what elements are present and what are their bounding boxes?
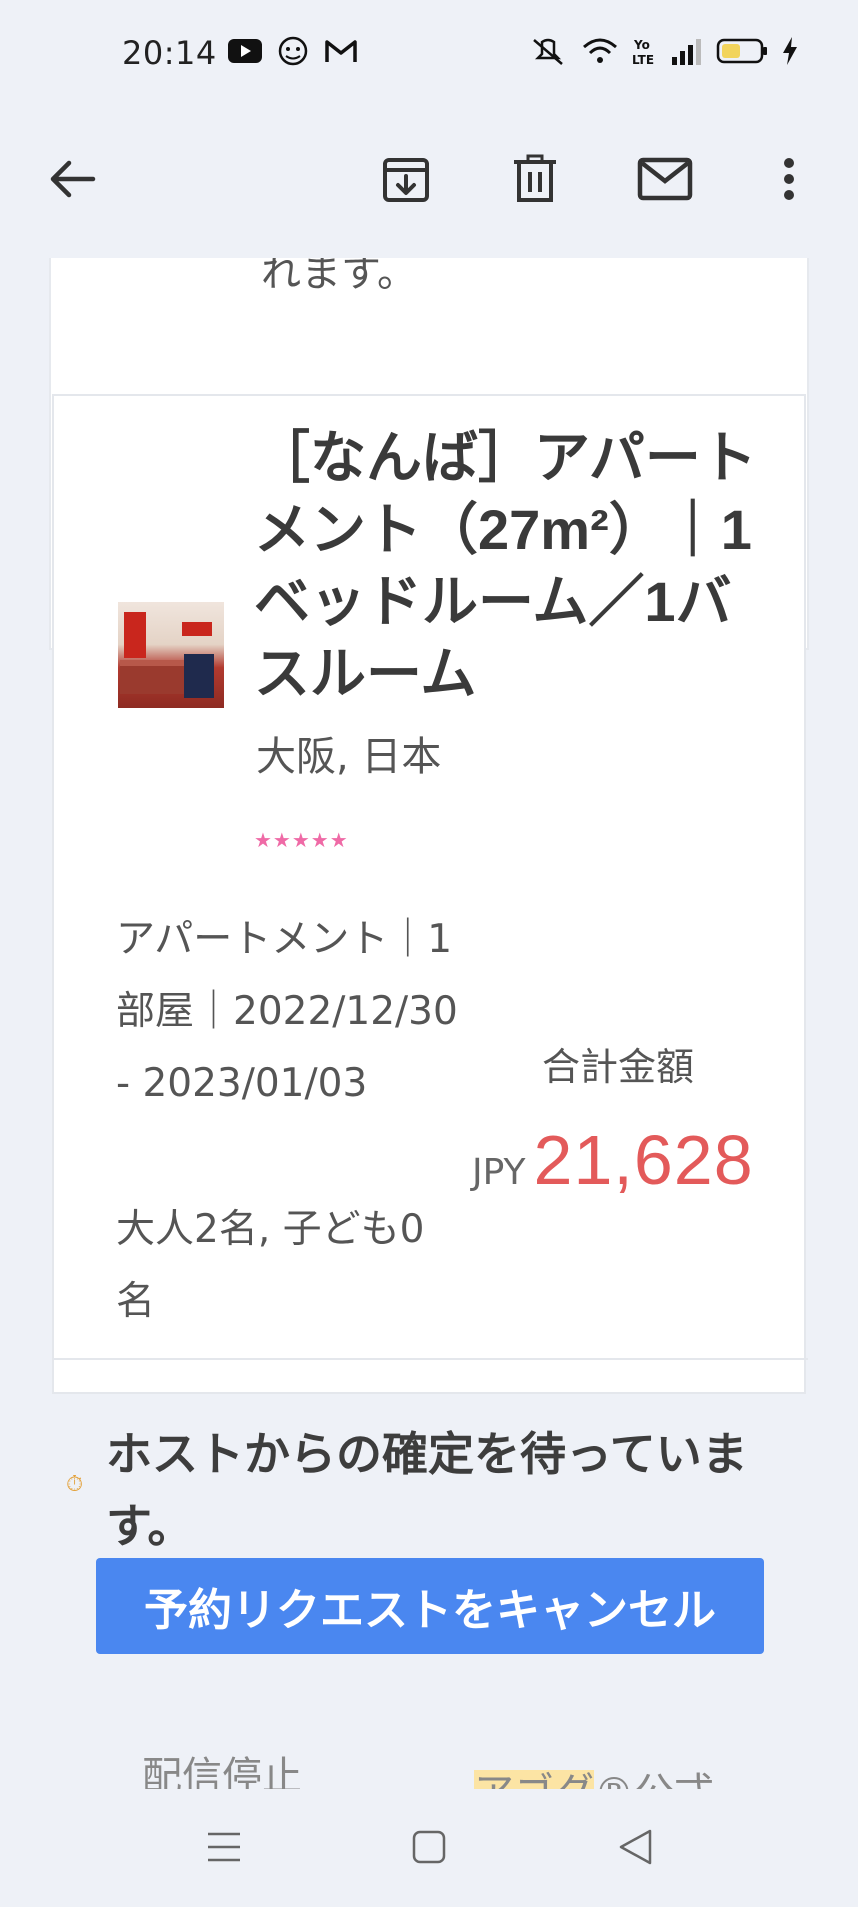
booking-details: アパートメント｜1部屋｜2022/12/30 - 2023/01/03 (116, 917, 458, 1106)
home-button[interactable] (394, 1819, 464, 1879)
status-bar: 20:14 Yo LTE (0, 0, 858, 108)
price-currency: JPY (472, 1152, 526, 1193)
footer-brand: アゴダ®公式 (474, 1760, 714, 1789)
total-price: JPY 21,628 (472, 1120, 754, 1200)
cancel-request-button[interactable]: 予約リクエストをキャンセル (96, 1558, 764, 1654)
status-system-icons: Yo LTE (528, 36, 798, 66)
gmail-icon (324, 38, 358, 64)
mark-unread-button[interactable] (630, 146, 700, 216)
delete-button[interactable] (500, 146, 570, 216)
back-triangle-icon (618, 1829, 652, 1869)
svg-text:Yo: Yo (633, 38, 650, 52)
battery-icon (716, 37, 768, 65)
more-options-button[interactable] (754, 146, 824, 216)
guest-count: 大人2名, 子ども0名 (116, 1207, 425, 1324)
archive-icon (381, 154, 431, 208)
listing-location: 大阪, 日本 (256, 734, 442, 780)
brand-highlight: アゴダ (474, 1770, 594, 1789)
price-amount: 21,628 (533, 1121, 754, 1199)
signal-icon (672, 37, 702, 65)
status-time: 20:14 (122, 34, 217, 72)
archive-button[interactable] (371, 146, 441, 216)
card-divider (54, 1358, 808, 1360)
home-square-icon (412, 1830, 446, 1868)
email-toolbar (0, 108, 858, 258)
mail-icon (637, 157, 693, 205)
status-notification-icons (228, 36, 358, 66)
more-icon (782, 156, 796, 206)
system-nav-bar (0, 1789, 858, 1907)
email-body[interactable]: れます。 ［なんば］アパートメント（27m²）｜1ベッドルーム／1バスルーム 大… (0, 258, 858, 1789)
svg-text:LTE: LTE (632, 53, 654, 66)
booking-card: ［なんば］アパートメント（27m²）｜1ベッドルーム／1バスルーム 大阪, 日本… (52, 394, 808, 1654)
delete-icon (512, 154, 558, 208)
timer-icon: ⏱ (66, 1472, 84, 1497)
pending-status: ホストからの確定を待っています。 (106, 1428, 748, 1552)
youtube-icon (228, 39, 262, 63)
nav-back-button[interactable] (600, 1819, 670, 1879)
mute-icon (528, 36, 568, 66)
wifi-icon (582, 37, 618, 65)
listing-thumbnail[interactable] (118, 602, 224, 708)
back-arrow-icon (49, 159, 97, 203)
app-icon (276, 36, 310, 66)
back-button[interactable] (38, 146, 108, 216)
volte-icon: Yo LTE (632, 36, 658, 66)
recents-button[interactable] (189, 1819, 259, 1879)
rating-stars: ★★★★★ (254, 828, 349, 852)
menu-icon (206, 1830, 242, 1868)
brand-suffix: ®公式 (594, 1770, 714, 1789)
unsubscribe-link[interactable]: 配信停止 (142, 1744, 302, 1789)
total-label: 合計金額 (542, 1045, 695, 1089)
previous-section-text: れます。 (261, 258, 417, 296)
charging-icon (782, 37, 798, 65)
listing-title[interactable]: ［なんば］アパートメント（27m²）｜1ベッドルーム／1バスルーム (254, 422, 784, 710)
